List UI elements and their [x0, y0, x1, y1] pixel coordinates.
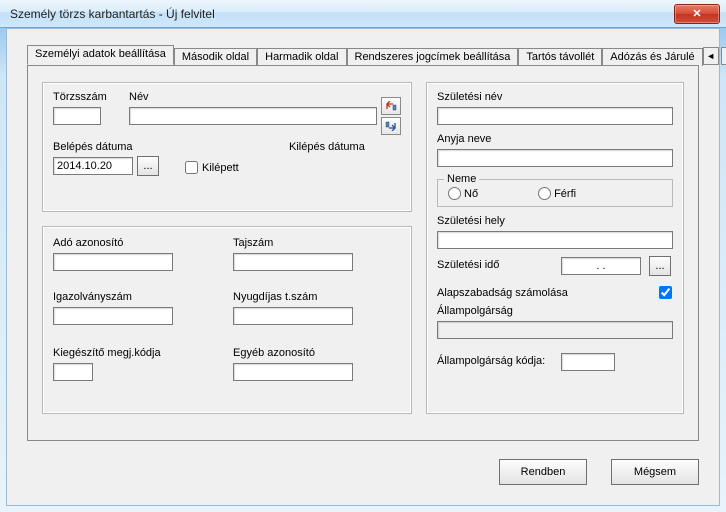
input-taj[interactable]: [233, 253, 353, 271]
label-kiegeszito: Kiegészítő megj.kódja: [53, 347, 161, 359]
tab-third-page[interactable]: Harmadik oldal: [257, 48, 346, 66]
ok-button[interactable]: Rendben: [499, 459, 587, 485]
radio-ferfi-label: Férfi: [554, 188, 576, 200]
group-birth: Születési név Anyja neve Neme Nő Férfi S…: [426, 82, 684, 414]
tab-second-page[interactable]: Második oldal: [174, 48, 257, 66]
input-nev[interactable]: [129, 107, 377, 125]
tab-tax-contrib[interactable]: Adózás és Járulé: [602, 48, 702, 66]
szulido-browse-button[interactable]: ...: [649, 256, 671, 276]
radio-no-input[interactable]: [448, 187, 461, 200]
input-egyeb[interactable]: [233, 363, 353, 381]
tab-label: Harmadik oldal: [265, 51, 338, 63]
label-alapszabadsag: Alapszabadság számolása: [437, 287, 568, 299]
input-kiegeszito[interactable]: [53, 363, 93, 381]
label-belepes: Belépés dátuma: [53, 141, 133, 153]
fieldset-neme: Neme Nő Férfi: [437, 173, 673, 207]
label-igazolvany: Igazolványszám: [53, 291, 132, 303]
input-allampolgarsag: [437, 321, 673, 339]
tab-regular-titles[interactable]: Rendszeres jogcímek beállítása: [347, 48, 519, 66]
tab-label: Tartós távollét: [526, 51, 594, 63]
label-anyja: Anyja neve: [437, 133, 491, 145]
tab-long-absence[interactable]: Tartós távollét: [518, 48, 602, 66]
input-torzsszam[interactable]: [53, 107, 101, 125]
name-copy-button[interactable]: [381, 97, 401, 115]
label-taj: Tajszám: [233, 237, 273, 249]
checkbox-alapszabadsag[interactable]: [659, 286, 672, 299]
tab-label: Személyi adatok beállítása: [35, 48, 166, 60]
input-nyugdijas[interactable]: [233, 307, 353, 325]
legend-neme: Neme: [444, 173, 479, 185]
tab-strip: Személyi adatok beállítása Második oldal…: [27, 45, 699, 65]
radio-ferfi-input[interactable]: [538, 187, 551, 200]
close-icon: ✕: [692, 7, 701, 20]
tab-label: Adózás és Járulé: [610, 51, 694, 63]
tab-personal-data[interactable]: Személyi adatok beállítása: [27, 45, 174, 65]
label-torzsszam: Törzsszám: [53, 91, 107, 103]
label-allampolgarsag: Állampolgárság: [437, 305, 513, 317]
label-szulnev: Születési név: [437, 91, 502, 103]
input-anyja[interactable]: [437, 149, 673, 167]
cancel-button[interactable]: Mégsem: [611, 459, 699, 485]
input-belepes[interactable]: [53, 157, 133, 175]
ok-label: Rendben: [521, 466, 566, 478]
input-allampolgarsag-kod[interactable]: [561, 353, 615, 371]
label-kilepett: Kilépett: [202, 162, 239, 174]
cancel-label: Mégsem: [634, 466, 676, 478]
tab-scroll-arrows: ◄ ►: [703, 47, 726, 65]
label-egyeb: Egyéb azonosító: [233, 347, 315, 359]
input-szulhely[interactable]: [437, 231, 673, 249]
input-igazolvany[interactable]: [53, 307, 173, 325]
checkbox-kilepett[interactable]: Kilépett: [185, 161, 239, 174]
tab-scroll-right[interactable]: ►: [721, 47, 726, 65]
name-paste-button[interactable]: [381, 117, 401, 135]
radio-no-label: Nő: [464, 188, 478, 200]
tab-label: Rendszeres jogcímek beállítása: [355, 51, 511, 63]
tab-scroll-left[interactable]: ◄: [703, 47, 719, 65]
radio-ferfi[interactable]: Férfi: [538, 187, 576, 200]
tab-panel: Törzsszám Név Belépés dátuma ... Kilépet…: [27, 65, 699, 441]
tab-label: Második oldal: [182, 51, 249, 63]
radio-no[interactable]: Nő: [448, 187, 478, 200]
window-title: Személy törzs karbantartás - Új felvitel: [10, 7, 674, 21]
client-area: Személyi adatok beállítása Második oldal…: [6, 28, 720, 506]
label-kilepes: Kilépés dátuma: [289, 141, 365, 153]
content-area: Személyi adatok beállítása Második oldal…: [27, 45, 699, 489]
label-nev: Név: [129, 91, 149, 103]
group-basic: Törzsszám Név Belépés dátuma ... Kilépet…: [42, 82, 412, 212]
label-allampolgarsag-kod: Állampolgárság kódja:: [437, 355, 545, 367]
ellipsis-icon: ...: [143, 160, 152, 172]
input-szulnev[interactable]: [437, 107, 673, 125]
label-ado: Adó azonosító: [53, 237, 123, 249]
input-szulido[interactable]: [561, 257, 641, 275]
input-ado[interactable]: [53, 253, 173, 271]
label-szulhely: Születési hely: [437, 215, 505, 227]
close-button[interactable]: ✕: [674, 4, 720, 24]
label-szulido: Születési idő: [437, 259, 499, 271]
belepes-browse-button[interactable]: ...: [137, 156, 159, 176]
footer-buttons: Rendben Mégsem: [499, 459, 699, 485]
group-identifiers: Adó azonosító Tajszám Igazolványszám Nyu…: [42, 226, 412, 414]
title-bar: Személy törzs karbantartás - Új felvitel…: [0, 0, 726, 28]
ellipsis-icon: ...: [655, 260, 664, 272]
arrow-up-left-icon: [385, 101, 397, 111]
arrow-down-left-icon: [385, 121, 397, 131]
checkbox-kilepett-box[interactable]: [185, 161, 198, 174]
arrow-left-icon: ◄: [706, 51, 715, 61]
label-nyugdijas: Nyugdíjas t.szám: [233, 291, 317, 303]
